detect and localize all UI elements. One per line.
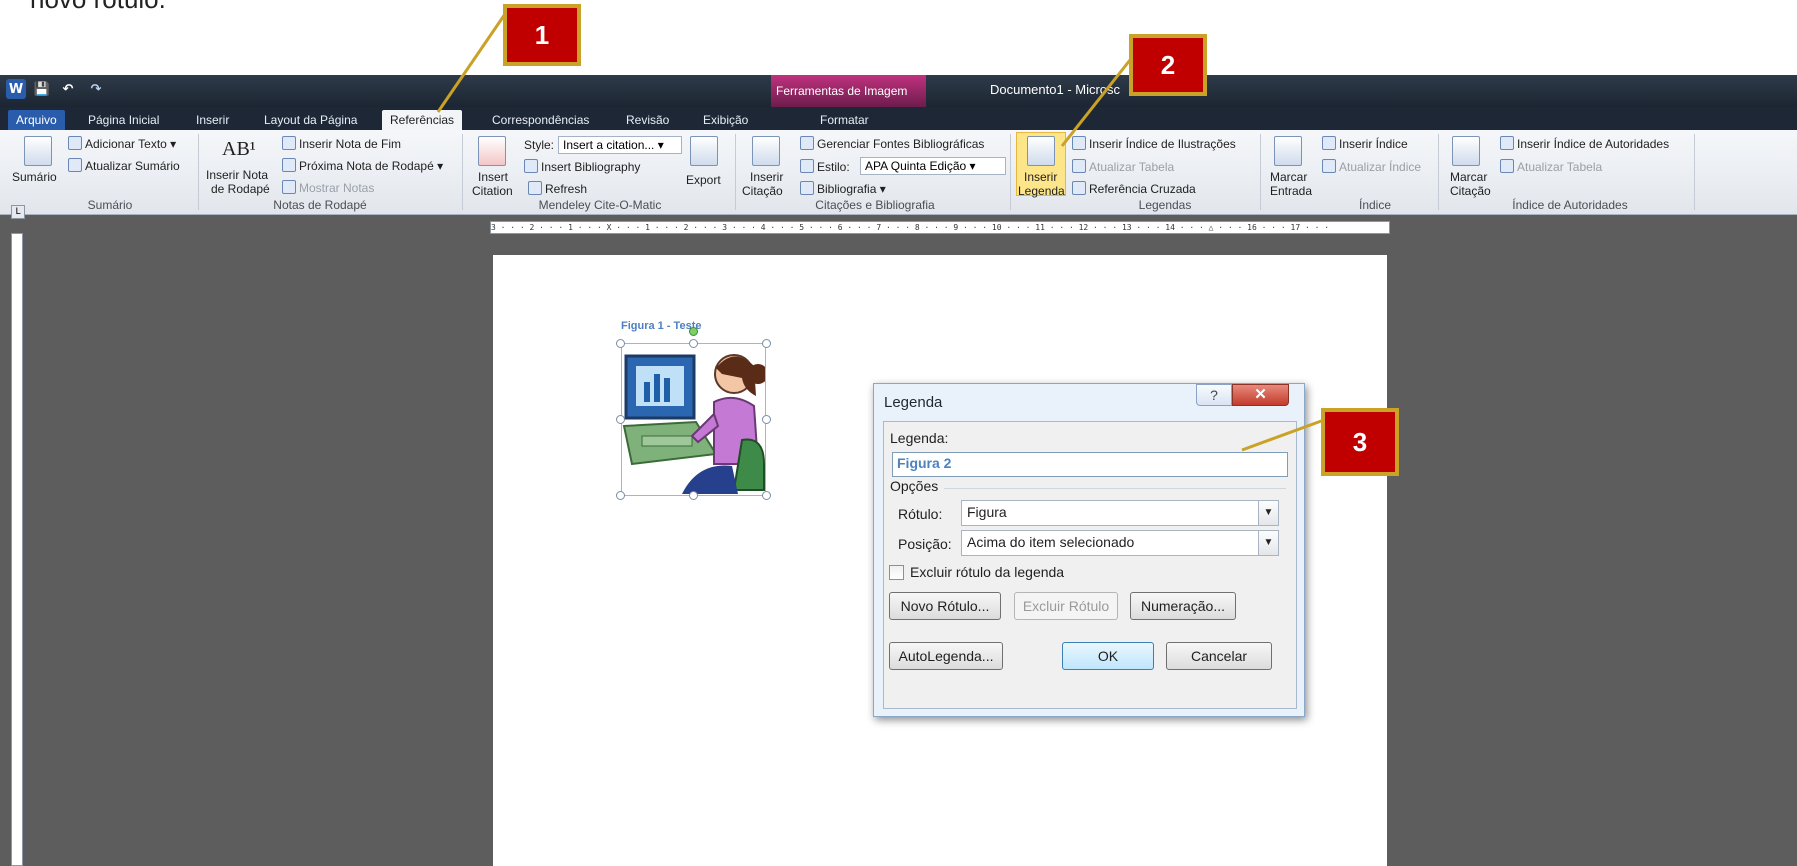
callout-1: 1	[503, 4, 581, 66]
callout-line-2	[1060, 59, 1132, 147]
callout-2: 2	[1129, 34, 1207, 96]
callout-line-3	[1241, 418, 1325, 452]
callout-3: 3	[1321, 408, 1399, 476]
callout-line-1	[436, 13, 507, 113]
callout-connectors	[436, 13, 1325, 452]
